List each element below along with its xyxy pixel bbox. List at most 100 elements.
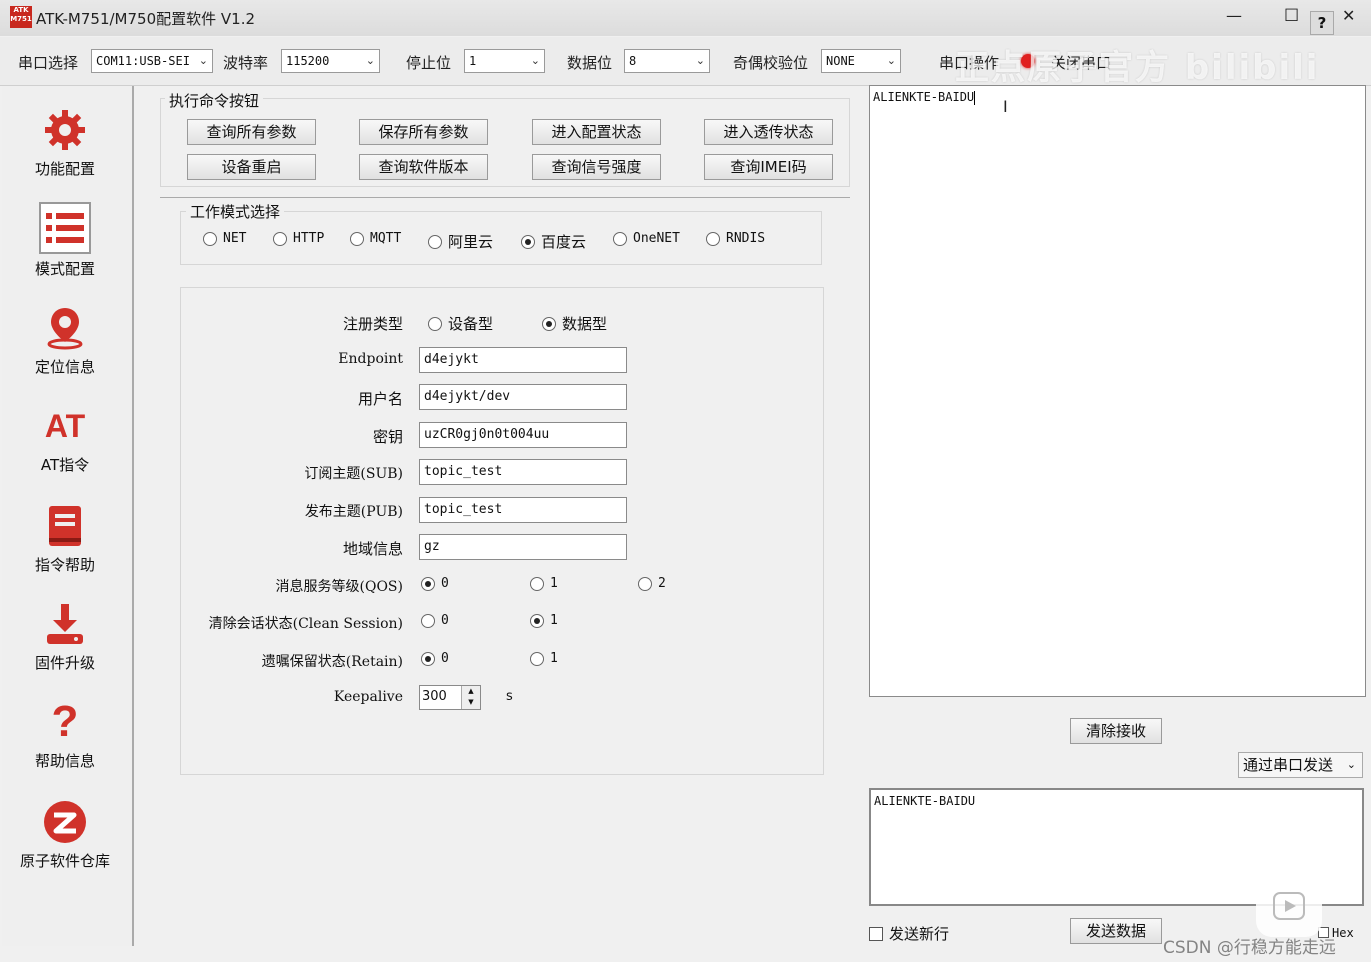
- region-label: 地域信息: [342, 540, 403, 558]
- username-field[interactable]: d4ejykt/dev: [419, 384, 627, 410]
- clean-0-radio[interactable]: 0: [421, 613, 449, 628]
- endpoint-label: Endpoint: [338, 351, 403, 367]
- pub-topic-label: 发布主题(PUB): [304, 504, 403, 520]
- spin-arrows-icon[interactable]: ▲ ▼: [461, 686, 480, 709]
- stop-bits-select[interactable]: 1 ⌄: [464, 49, 545, 73]
- command-group-title: 执行命令按钮: [165, 90, 264, 111]
- repository-icon: [41, 798, 89, 846]
- device-restart-button[interactable]: 设备重启: [187, 154, 316, 180]
- save-all-params-button[interactable]: 保存所有参数: [359, 119, 488, 145]
- ibeam-cursor-icon: I: [1003, 97, 1008, 116]
- parity-label: 奇偶校验位: [733, 54, 809, 72]
- close-icon[interactable]: ✕: [1342, 6, 1355, 25]
- query-all-params-button[interactable]: 查询所有参数: [187, 119, 316, 145]
- book-icon: [41, 502, 89, 550]
- mode-option-net[interactable]: NET: [203, 231, 246, 246]
- download-icon: [41, 600, 89, 648]
- sidebar-item-location[interactable]: 定位信息: [2, 304, 128, 377]
- sidebar-item-command-help[interactable]: 指令帮助: [2, 502, 128, 575]
- mode-option-aliyun[interactable]: 阿里云: [428, 231, 493, 252]
- mode-option-onenet[interactable]: OneNET: [613, 231, 680, 246]
- keepalive-spinbox[interactable]: 300 ▲ ▼: [419, 685, 481, 710]
- sidebar-item-label: 指令帮助: [34, 556, 95, 574]
- csdn-watermark: CSDN @行稳方能走远: [1163, 938, 1336, 958]
- mode-option-baiduyun[interactable]: 百度云: [521, 231, 586, 252]
- divider: [160, 197, 850, 198]
- app-logo: ATK M751: [10, 6, 32, 28]
- play-icon: [1256, 875, 1322, 937]
- data-bits-label: 数据位: [567, 54, 613, 72]
- query-signal-button[interactable]: 查询信号强度: [532, 154, 661, 180]
- sidebar-item-label: 模式配置: [34, 260, 95, 278]
- radio-selected-icon: [521, 234, 535, 249]
- query-version-button[interactable]: 查询软件版本: [359, 154, 488, 180]
- sidebar-item-software-repo[interactable]: 原子软件仓库: [2, 798, 128, 871]
- radio-icon: [421, 613, 435, 628]
- query-imei-button[interactable]: 查询IMEI码: [704, 154, 833, 180]
- minimize-icon[interactable]: —: [1226, 6, 1242, 25]
- mode-option-http[interactable]: HTTP: [273, 231, 324, 246]
- radio-icon: [428, 234, 442, 249]
- sidebar-item-mode-config[interactable]: 模式配置: [2, 202, 128, 279]
- radio-icon: [203, 231, 217, 246]
- send-mode-select[interactable]: 通过串口发送 ⌄: [1238, 752, 1363, 778]
- radio-selected-icon: [542, 316, 556, 331]
- window-title: ATK-M751/M750配置软件 V1.2: [36, 10, 256, 28]
- baud-label: 波特率: [223, 54, 269, 72]
- reg-type-device-radio[interactable]: 设备型: [428, 313, 493, 334]
- checkbox-icon: [869, 926, 883, 941]
- secret-key-field[interactable]: uzCR0gj0n0t004uu: [419, 422, 627, 448]
- retain-label: 遗嘱保留状态(Retain): [261, 654, 403, 670]
- qos-2-radio[interactable]: 2: [638, 576, 666, 591]
- sidebar-item-label: 原子软件仓库: [19, 852, 110, 870]
- sidebar-item-at-command[interactable]: AT AT指令: [2, 402, 128, 475]
- enter-config-button[interactable]: 进入配置状态: [532, 119, 661, 145]
- sidebar-item-help-info[interactable]: ? 帮助信息: [2, 697, 128, 771]
- qos-label: 消息服务等级(QOS): [275, 579, 403, 595]
- sub-topic-field[interactable]: topic_test: [419, 459, 627, 485]
- baud-select[interactable]: 115200 ⌄: [281, 49, 380, 73]
- retain-0-radio[interactable]: 0: [421, 651, 449, 666]
- location-pin-icon: [41, 304, 89, 352]
- send-data-button[interactable]: 发送数据: [1070, 918, 1162, 944]
- endpoint-field[interactable]: d4ejykt: [419, 347, 627, 373]
- clean-1-radio[interactable]: 1: [530, 613, 558, 628]
- qos-1-radio[interactable]: 1: [530, 576, 558, 591]
- maximize-icon[interactable]: ☐: [1284, 6, 1299, 26]
- clear-receive-button[interactable]: 清除接收: [1070, 718, 1162, 744]
- region-field[interactable]: gz: [419, 534, 627, 560]
- pub-topic-field[interactable]: topic_test: [419, 497, 627, 523]
- stop-bits-label: 停止位: [406, 54, 452, 72]
- help-icon[interactable]: ?: [1310, 11, 1334, 35]
- text-cursor: [974, 90, 976, 105]
- sidebar-item-label: 帮助信息: [34, 752, 95, 770]
- mode-option-rndis[interactable]: RNDIS: [706, 231, 765, 246]
- parity-select[interactable]: NONE ⌄: [821, 49, 901, 73]
- radio-selected-icon: [421, 576, 435, 591]
- receive-textarea[interactable]: ALIENKTE-BAIDU: [869, 85, 1366, 697]
- reg-type-data-radio[interactable]: 数据型: [542, 313, 607, 334]
- mode-option-mqtt[interactable]: MQTT: [350, 231, 401, 246]
- sidebar-item-label: 固件升级: [34, 654, 95, 672]
- at-icon: AT: [44, 407, 86, 444]
- radio-icon: [638, 576, 652, 591]
- data-bits-select[interactable]: 8 ⌄: [624, 49, 710, 73]
- sidebar-item-label: 定位信息: [34, 358, 95, 376]
- retain-1-radio[interactable]: 1: [530, 651, 558, 666]
- enter-passthrough-button[interactable]: 进入透传状态: [704, 119, 833, 145]
- send-newline-option[interactable]: 发送新行: [869, 923, 949, 944]
- secret-key-label: 密钥: [372, 428, 403, 446]
- qos-0-radio[interactable]: 0: [421, 576, 449, 591]
- sidebar-item-firmware-upgrade[interactable]: 固件升级: [2, 600, 128, 673]
- chevron-down-icon: ⌄: [365, 54, 375, 67]
- reg-type-label: 注册类型: [342, 315, 403, 333]
- chevron-down-icon: ⌄: [1346, 758, 1356, 771]
- clean-session-label: 清除会话状态(Clean Session): [208, 616, 403, 632]
- sidebar-item-function-config[interactable]: 功能配置: [2, 106, 128, 179]
- radio-selected-icon: [530, 613, 544, 628]
- port-select[interactable]: COM11:USB-SEI ⌄: [91, 49, 213, 73]
- chevron-down-icon: ⌄: [198, 54, 208, 67]
- chevron-down-icon: ⌄: [886, 54, 896, 67]
- sidebar-item-label: AT指令: [40, 456, 90, 474]
- radio-icon: [530, 576, 544, 591]
